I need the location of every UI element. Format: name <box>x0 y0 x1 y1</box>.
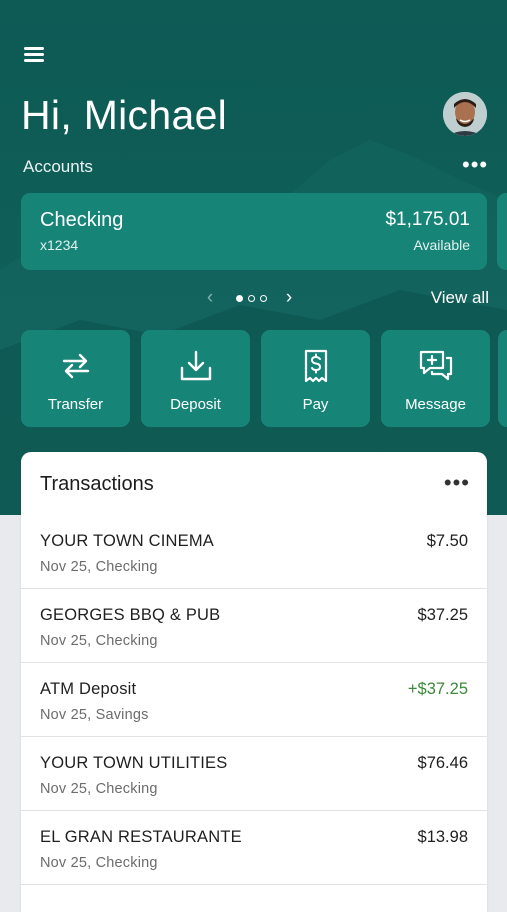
transaction-row[interactable]: ATM Deposit Nov 25, Savings +$37.25 <box>21 663 487 737</box>
transaction-detail: Nov 25, Checking <box>40 781 158 797</box>
message-plus-icon <box>419 350 452 381</box>
transaction-row[interactable]: GEORGES BBQ & PUB Nov 25, Checking $37.2… <box>21 589 487 663</box>
pay-button[interactable]: Pay <box>261 330 370 427</box>
avatar[interactable] <box>443 92 487 136</box>
account-pager: ‹ › <box>203 286 296 310</box>
dollar-receipt-icon <box>304 349 327 383</box>
deposit-button[interactable]: Deposit <box>141 330 250 427</box>
transaction-description: YOUR TOWN CINEMA <box>40 532 215 550</box>
account-balance-label: Available <box>413 237 470 253</box>
transaction-description: EL GRAN RESTAURANTE <box>40 828 242 846</box>
menu-button[interactable] <box>22 44 48 66</box>
transaction-amount: $76.46 <box>417 754 468 772</box>
chevron-left-icon[interactable]: ‹ <box>203 287 217 309</box>
transaction-amount: $37.25 <box>417 606 468 624</box>
chevron-right-icon[interactable]: › <box>282 287 296 309</box>
account-balance: $1,175.01 <box>385 209 470 230</box>
next-account-card[interactable] <box>497 193 507 270</box>
transaction-row[interactable]: YOUR TOWN UTILITIES Nov 25, Checking $76… <box>21 737 487 811</box>
transfer-button[interactable]: Transfer <box>21 330 130 427</box>
view-all-link[interactable]: View all <box>431 288 489 308</box>
transaction-description: GEORGES BBQ & PUB <box>40 606 221 624</box>
quick-actions: Transfer Deposit Pay Message <box>21 330 490 427</box>
download-tray-icon <box>180 350 211 381</box>
account-name: Checking <box>40 209 124 231</box>
hamburger-menu-icon <box>24 47 44 50</box>
pay-label: Pay <box>302 396 329 413</box>
transactions-title: Transactions <box>40 473 154 495</box>
message-label: Message <box>405 396 466 413</box>
account-card-checking[interactable]: Checking x1234 $1,175.01 Available <box>21 193 487 270</box>
accounts-more-icon[interactable]: ••• <box>462 154 488 176</box>
transaction-amount-credit: +$37.25 <box>407 680 468 698</box>
transaction-amount: $7.50 <box>426 532 468 550</box>
transfer-arrows-icon <box>62 353 89 379</box>
transaction-row[interactable]: EL GRAN RESTAURANTE Nov 25, Checking $13… <box>21 811 487 885</box>
greeting-title: Hi, Michael <box>21 92 228 138</box>
message-button[interactable]: Message <box>381 330 490 427</box>
transaction-description: YOUR TOWN UTILITIES <box>40 754 228 772</box>
more-actions-card[interactable] <box>498 330 507 427</box>
transactions-more-icon[interactable]: ••• <box>444 472 470 494</box>
pager-dots <box>236 294 267 302</box>
pager-dot[interactable] <box>260 294 267 302</box>
transaction-detail: Nov 25, Checking <box>40 855 158 871</box>
transactions-list: YOUR TOWN CINEMA Nov 25, Checking $7.50 … <box>21 515 487 885</box>
deposit-label: Deposit <box>170 396 221 413</box>
transactions-panel: Transactions ••• YOUR TOWN CINEMA Nov 25… <box>21 452 487 912</box>
transfer-label: Transfer <box>47 396 104 413</box>
transaction-detail: Nov 25, Savings <box>40 707 149 723</box>
transaction-description: ATM Deposit <box>40 680 137 698</box>
transaction-row[interactable]: YOUR TOWN CINEMA Nov 25, Checking $7.50 <box>21 515 487 589</box>
pager-dot[interactable] <box>248 294 255 302</box>
account-number: x1234 <box>40 237 79 253</box>
transaction-amount: $13.98 <box>417 828 468 846</box>
pager-dot[interactable] <box>236 294 243 302</box>
transaction-detail: Nov 25, Checking <box>40 559 158 575</box>
accounts-label: Accounts <box>23 157 93 176</box>
transaction-detail: Nov 25, Checking <box>40 633 158 649</box>
user-avatar-icon <box>443 92 487 136</box>
